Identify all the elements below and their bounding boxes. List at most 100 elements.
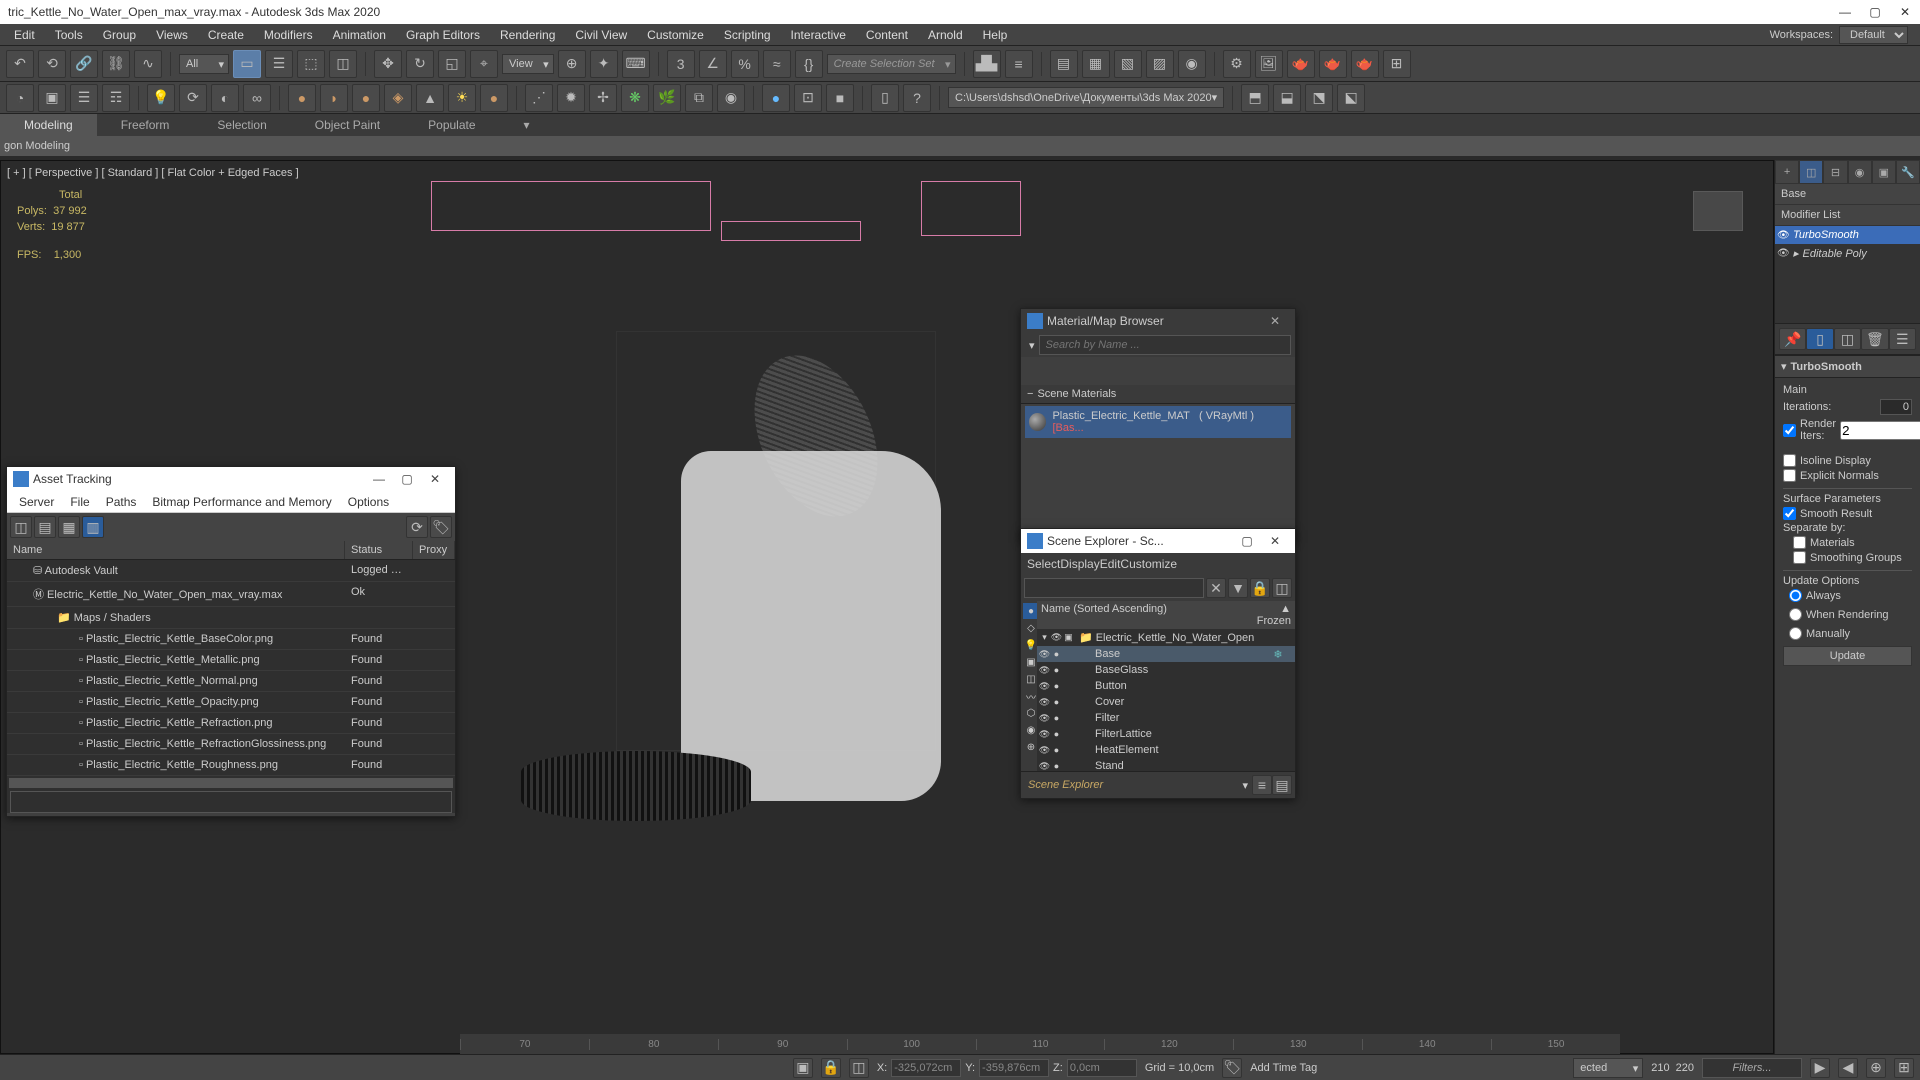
se-item-filter[interactable]: 👁●Filter (1037, 710, 1295, 726)
tb2-icon-13[interactable]: ▲ (416, 84, 444, 112)
render-online-icon[interactable]: 🫖 (1351, 50, 1379, 78)
material-search-input[interactable] (1039, 335, 1291, 355)
render-setup-icon[interactable]: ⚙ (1223, 50, 1251, 78)
se-menu-customize[interactable]: Customize (1120, 557, 1177, 571)
utilities-tab-icon[interactable]: 🔧 (1896, 160, 1920, 184)
selection-lock-dropdown[interactable]: ected (1573, 1058, 1643, 1078)
render-icon[interactable]: 🫖 (1287, 50, 1315, 78)
asset-tracking-panel[interactable]: Asset Tracking — ▢ ✕ Server File Paths B… (6, 466, 456, 817)
pivot-icon[interactable]: ⊕ (558, 50, 586, 78)
se-item-baseglass[interactable]: 👁●BaseGlass (1037, 662, 1295, 678)
asset-tb-3[interactable]: ▦ (58, 516, 80, 538)
tb2-icon-15[interactable]: ● (480, 84, 508, 112)
unlink-icon[interactable]: ⛓ (102, 50, 130, 78)
show-result-icon[interactable]: ▯ (1806, 328, 1833, 350)
tb2-icon-6[interactable]: ⟳ (179, 84, 207, 112)
update-manually-radio[interactable] (1789, 627, 1802, 640)
menu-customize[interactable]: Customize (637, 25, 714, 45)
curve-editor-icon[interactable]: ▧ (1114, 50, 1142, 78)
tb2-icon-19[interactable]: ❋ (621, 84, 649, 112)
configure-sets-icon[interactable]: ☰ (1889, 328, 1916, 350)
ribbon-tab-freeform[interactable]: Freeform (97, 114, 194, 136)
light-icon[interactable]: 💡 (147, 84, 175, 112)
asset-row[interactable]: 📁 Maps / Shaders (7, 607, 455, 629)
asset-menu-bitmap[interactable]: Bitmap Performance and Memory (144, 493, 339, 511)
asset-row[interactable]: ⛁ Autodesk VaultLogged O... (7, 560, 455, 582)
asset-col-name[interactable]: Name (7, 541, 345, 559)
asset-row[interactable]: ▫ Plastic_Electric_Kettle_Roughness.pngF… (7, 755, 455, 776)
layer-explorer-icon[interactable]: ▤ (1050, 50, 1078, 78)
se-item-button[interactable]: 👁●Button (1037, 678, 1295, 694)
menu-arnold[interactable]: Arnold (918, 25, 973, 45)
menu-graph-editors[interactable]: Graph Editors (396, 25, 490, 45)
edit-selection-icon[interactable]: {} (795, 50, 823, 78)
asset-menu-options[interactable]: Options (340, 493, 397, 511)
remove-modifier-icon[interactable]: 🗑 (1861, 328, 1888, 350)
tb2-icon-29[interactable]: ⬔ (1305, 84, 1333, 112)
materials-checkbox[interactable] (1793, 536, 1806, 549)
se-col-frozen[interactable]: ▲ Frozen (1245, 601, 1295, 629)
tb2-icon-16[interactable]: ⋰ (525, 84, 553, 112)
make-unique-icon[interactable]: ◫ (1834, 328, 1861, 350)
menu-tools[interactable]: Tools (45, 25, 93, 45)
asset-close-icon[interactable]: ✕ (421, 472, 449, 486)
kettle-mesh[interactable] (461, 331, 1061, 891)
se-item-base[interactable]: 👁●Base❄ (1037, 646, 1295, 662)
se-item-stand[interactable]: 👁●Stand (1037, 758, 1295, 771)
update-rendering-radio[interactable] (1789, 608, 1802, 621)
motion-tab-icon[interactable]: ◉ (1848, 160, 1872, 184)
render-frame-icon[interactable]: 🖼 (1255, 50, 1283, 78)
material-item[interactable]: Plastic_Electric_Kettle_MAT ( VRayMtl ) … (1025, 406, 1291, 438)
modify-tab-icon[interactable]: ◫ (1799, 160, 1823, 184)
render-iters-checkbox[interactable] (1783, 424, 1796, 437)
tb2-icon-25[interactable]: ■ (826, 84, 854, 112)
se-search-input[interactable] (1024, 578, 1204, 598)
project-path-dropdown[interactable]: C:\Users\dshsd\OneDrive\Документы\3ds Ma… (948, 87, 1224, 108)
asset-row[interactable]: ▫ Plastic_Electric_Kettle_Normal.pngFoun… (7, 671, 455, 692)
se-root-item[interactable]: ▾👁▣ 📁 Electric_Kettle_No_Water_Open (1037, 629, 1295, 646)
snap-3d-icon[interactable]: 3 (667, 50, 695, 78)
sun-icon[interactable]: ☀ (448, 84, 476, 112)
se-lock-icon[interactable]: 🔒 (1250, 578, 1270, 598)
se-item-heatelement[interactable]: 👁●HeatElement (1037, 742, 1295, 758)
ribbon-tab-selection[interactable]: Selection (193, 114, 290, 136)
menu-help[interactable]: Help (973, 25, 1018, 45)
close-icon[interactable]: ✕ (1898, 5, 1912, 19)
schematic-view-icon[interactable]: ▨ (1146, 50, 1174, 78)
menu-modifiers[interactable]: Modifiers (254, 25, 323, 45)
object-name-field[interactable]: Base (1775, 184, 1920, 205)
tb2-icon-17[interactable]: ✹ (557, 84, 585, 112)
menu-views[interactable]: Views (146, 25, 198, 45)
ribbon-expand-icon[interactable]: ▾ (500, 114, 554, 136)
tb2-icon-1[interactable]: ◔ (6, 84, 34, 112)
menu-content[interactable]: Content (856, 25, 918, 45)
add-time-tag[interactable]: Add Time Tag (1250, 1062, 1317, 1074)
tb2-icon-4[interactable]: ☶ (102, 84, 130, 112)
nav-icon-3[interactable]: ⊕ (1866, 1058, 1886, 1078)
iterations-spinner[interactable] (1880, 399, 1912, 415)
se-menu-edit[interactable]: Edit (1100, 557, 1121, 571)
tb2-icon-28[interactable]: ⬓ (1273, 84, 1301, 112)
menu-create[interactable]: Create (198, 25, 254, 45)
modifier-editable-poly[interactable]: ▸ Editable Poly (1775, 244, 1920, 263)
render-iterative-icon[interactable]: 🫖 (1319, 50, 1347, 78)
asset-tb-tag[interactable]: 🏷 (430, 516, 452, 538)
modifier-list-dropdown[interactable]: Modifier List (1775, 205, 1920, 226)
se-item-filterlattice[interactable]: 👁●FilterLattice (1037, 726, 1295, 742)
menu-group[interactable]: Group (93, 25, 146, 45)
asset-row[interactable]: ▫ Plastic_Electric_Kettle_RefractionGlos… (7, 734, 455, 755)
coord-z-input[interactable] (1067, 1059, 1137, 1077)
se-maximize-icon[interactable]: ▢ (1233, 534, 1261, 548)
tb2-icon-20[interactable]: 🌿 (653, 84, 681, 112)
se-menu-display[interactable]: Display (1060, 557, 1099, 571)
status-lock-icon[interactable]: 🔒 (821, 1058, 841, 1078)
asset-tb-2[interactable]: ▤ (34, 516, 56, 538)
asset-maximize-icon[interactable]: ▢ (393, 472, 421, 486)
ribbon-tab-populate[interactable]: Populate (404, 114, 499, 136)
create-tab-icon[interactable]: + (1775, 160, 1799, 184)
menu-edit[interactable]: Edit (4, 25, 45, 45)
tb2-icon-26[interactable]: ▯ (871, 84, 899, 112)
nav-icon-2[interactable]: ◀ (1838, 1058, 1858, 1078)
toggle-ribbon-icon[interactable]: ▦ (1082, 50, 1110, 78)
scene-materials-section[interactable]: Scene Materials (1021, 385, 1295, 404)
